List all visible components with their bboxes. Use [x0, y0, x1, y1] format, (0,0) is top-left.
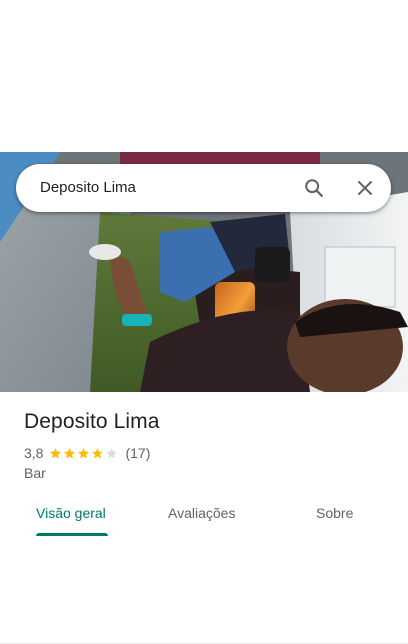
search-bar[interactable]: Deposito Lima — [16, 164, 391, 212]
close-icon — [358, 181, 372, 195]
place-info-panel: Deposito Lima 3,8 (17) Bar Visão geral A… — [0, 392, 408, 644]
tab-overview[interactable]: Visão geral — [36, 505, 106, 521]
search-input[interactable]: Deposito Lima — [40, 164, 136, 212]
star-rating — [49, 447, 119, 460]
rating-row[interactable]: 3,8 (17) — [24, 444, 150, 462]
rating-value: 3,8 — [24, 445, 44, 461]
active-tab-indicator — [36, 533, 108, 536]
tab-reviews[interactable]: Avaliações — [168, 505, 235, 521]
clear-search-button[interactable] — [349, 172, 381, 204]
search-button[interactable] — [298, 172, 330, 204]
place-title: Deposito Lima — [24, 410, 160, 433]
star-icon — [50, 447, 62, 458]
star-icon — [92, 447, 104, 458]
star-icon — [64, 447, 76, 458]
star-icon — [78, 447, 90, 458]
place-tabs: Visão geral Avaliações Sobre — [0, 500, 408, 644]
tab-about[interactable]: Sobre — [316, 505, 353, 521]
search-icon — [305, 179, 323, 197]
star-icon — [106, 447, 118, 458]
review-count: (17) — [125, 445, 151, 461]
place-category: Bar — [24, 465, 46, 481]
